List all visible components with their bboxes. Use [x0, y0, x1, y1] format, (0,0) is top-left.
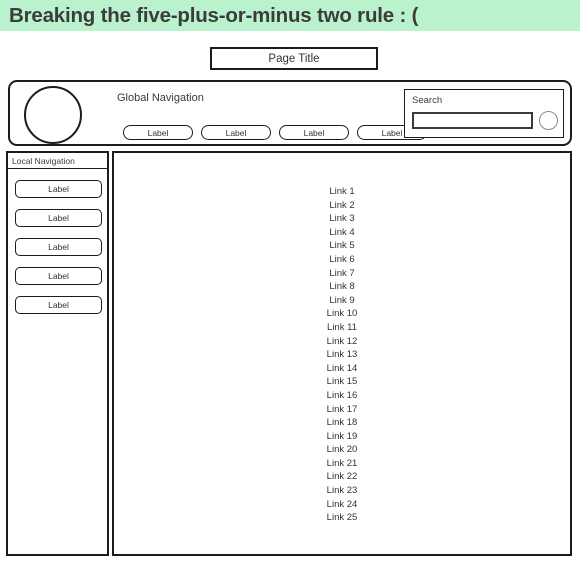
sidebar-item-5-label: Label — [48, 300, 69, 310]
local-navigation: Local Navigation Label Label Label Label… — [6, 151, 109, 556]
content-link-3[interactable]: Link 3 — [329, 212, 354, 226]
sidebar-item-1-label: Label — [48, 184, 69, 194]
content-link-23[interactable]: Link 23 — [327, 484, 358, 498]
content-link-8[interactable]: Link 8 — [329, 280, 354, 294]
banner-title: Breaking the five-plus-or-minus two rule… — [9, 3, 419, 27]
content-link-19[interactable]: Link 19 — [327, 430, 358, 444]
content-link-16[interactable]: Link 16 — [327, 389, 358, 403]
content-link-15[interactable]: Link 15 — [327, 375, 358, 389]
content-link-7[interactable]: Link 7 — [329, 267, 354, 281]
global-nav-button-3-label: Label — [303, 127, 325, 138]
page-title-box: Page Title — [210, 47, 378, 70]
global-nav-button-2-label: Label — [225, 127, 247, 138]
sidebar-item-2-label: Label — [48, 213, 69, 223]
brand-logo-circle-icon — [24, 86, 82, 144]
sidebar-item-5[interactable]: Label — [15, 296, 102, 314]
content-link-11[interactable]: Link 11 — [327, 321, 357, 335]
content-link-20[interactable]: Link 20 — [327, 443, 358, 457]
content-link-13[interactable]: Link 13 — [327, 348, 358, 362]
content-link-12[interactable]: Link 12 — [327, 335, 358, 349]
global-nav-button-1-label: Label — [147, 127, 169, 138]
content-link-10[interactable]: Link 10 — [327, 307, 358, 321]
local-navigation-button-group: Label Label Label Label Label — [15, 180, 102, 314]
content-link-1[interactable]: Link 1 — [329, 185, 354, 199]
search-label: Search — [412, 95, 443, 106]
global-nav-button-3[interactable]: Label — [279, 125, 349, 140]
content-link-9[interactable]: Link 9 — [329, 294, 354, 308]
link-list: Link 1 Link 2 Link 3 Link 4 Link 5 Link 6 Link… — [114, 185, 570, 525]
content-link-22[interactable]: Link 22 — [327, 470, 358, 484]
sidebar-item-3-label: Label — [48, 242, 69, 252]
content-link-5[interactable]: Link 5 — [329, 239, 354, 253]
content-link-25[interactable]: Link 25 — [327, 511, 358, 525]
sidebar-item-4-label: Label — [48, 271, 69, 281]
page-title-label: Page Title — [268, 52, 320, 65]
global-navigation: Global Navigation Label Label Label Labe… — [8, 80, 572, 146]
content-link-24[interactable]: Link 24 — [327, 498, 358, 512]
global-nav-button-1[interactable]: Label — [123, 125, 193, 140]
search-submit-circle-icon[interactable] — [539, 111, 558, 130]
global-navigation-button-group: Label Label Label Label — [123, 125, 427, 140]
sidebar-item-2[interactable]: Label — [15, 209, 102, 227]
main-content-area: Link 1 Link 2 Link 3 Link 4 Link 5 Link 6 Link… — [112, 151, 572, 556]
sidebar-item-4[interactable]: Label — [15, 267, 102, 285]
content-link-21[interactable]: Link 21 — [327, 457, 358, 471]
content-link-17[interactable]: Link 17 — [327, 403, 358, 417]
content-link-18[interactable]: Link 18 — [327, 416, 358, 430]
local-navigation-heading: Local Navigation — [7, 152, 108, 169]
content-link-6[interactable]: Link 6 — [329, 253, 354, 267]
global-nav-button-4-label: Label — [381, 127, 403, 138]
sidebar-item-1[interactable]: Label — [15, 180, 102, 198]
content-link-14[interactable]: Link 14 — [327, 362, 358, 376]
global-nav-button-2[interactable]: Label — [201, 125, 271, 140]
content-link-2[interactable]: Link 2 — [329, 199, 354, 213]
content-link-4[interactable]: Link 4 — [329, 226, 354, 240]
global-navigation-heading: Global Navigation — [117, 92, 204, 104]
sidebar-item-3[interactable]: Label — [15, 238, 102, 256]
page-banner: Breaking the five-plus-or-minus two rule… — [0, 0, 580, 31]
search-panel: Search — [404, 89, 564, 138]
search-input[interactable] — [412, 112, 533, 129]
